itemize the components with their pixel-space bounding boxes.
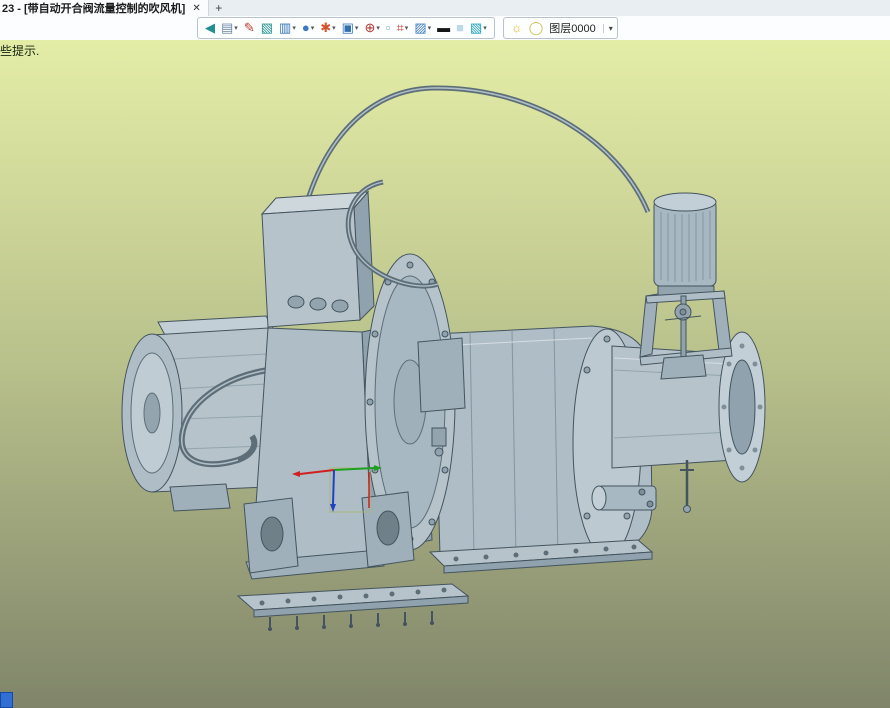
layer-circle-icon: ◯ <box>528 20 544 35</box>
dropdown-arrow-icon[interactable]: ▾ <box>311 24 315 32</box>
layers-panel-icon: ▧ <box>469 20 483 35</box>
dimension-icon: ⌗ <box>396 20 404 35</box>
light-toggle-button[interactable]: ☼ <box>508 19 526 37</box>
snap-target-icon-button[interactable]: ⊕ ▾ <box>361 19 382 37</box>
snap-target-icon: ⊕ <box>364 20 376 35</box>
model-valve-fitting[interactable] <box>592 486 656 510</box>
cad-application-window: 23 - [带自动开合阀流量控制的吹风机] ✕ + ◀ ▤ ▾ ✎ ▧ ▥ ▾ ● ▾ ✱ ▾ ▣ ▾ ⊕… <box>0 0 890 708</box>
dropdown-arrow-icon[interactable]: ▾ <box>428 24 432 32</box>
new-tab-button[interactable]: + <box>209 1 229 15</box>
line-width-icon: ▬ <box>437 20 451 35</box>
dimension-icon-button[interactable]: ⌗ ▾ <box>393 19 411 37</box>
import-model-icon: ◀ <box>205 20 215 35</box>
sphere-feature-icon-button[interactable]: ● ▾ <box>299 19 317 37</box>
background-color-icon-button[interactable]: ■ <box>453 19 467 37</box>
taskbar-document-icon[interactable] <box>0 692 13 708</box>
dropdown-arrow-icon[interactable]: ▾ <box>376 24 380 32</box>
sketch-pen-icon: ✎ <box>243 20 255 35</box>
layer-dropdown-button[interactable]: ▾ <box>602 23 613 33</box>
layers-panel-icon-button[interactable]: ▧ ▾ <box>467 19 490 37</box>
solid-box-icon: ▧ <box>260 20 274 35</box>
light-bulb-icon: ☼ <box>510 20 523 35</box>
extrude-feature-icon-button[interactable]: ▥ ▾ <box>276 19 299 37</box>
background-color-icon: ■ <box>456 20 464 35</box>
render-view-icon: ▨ <box>414 20 427 35</box>
revolve-wheel-icon-button[interactable]: ✱ ▾ <box>317 19 338 37</box>
dropdown-arrow-icon[interactable]: ▾ <box>234 24 238 32</box>
viewport-canvas[interactable]: 些提示. <box>0 40 890 708</box>
dropdown-arrow-icon[interactable]: ▾ <box>332 24 336 32</box>
dropdown-arrow-icon[interactable]: ▾ <box>405 24 409 32</box>
model-drain-rod[interactable] <box>680 460 694 513</box>
tab-title: 23 - [带自动开合阀流量控制的吹风机] <box>2 3 186 15</box>
model-junction-box[interactable] <box>262 192 374 327</box>
model-base-plate-left[interactable] <box>238 584 468 631</box>
layer-color-swatch[interactable]: ◯ <box>526 19 547 37</box>
document-tab[interactable]: 23 - [带自动开合阀流量控制的吹风机] ✕ <box>0 0 209 16</box>
sketch-pen-icon-button[interactable]: ✎ <box>241 19 258 37</box>
blank-view-icon: ▫ <box>385 20 391 35</box>
import-model-icon-button[interactable]: ◀ <box>202 19 218 37</box>
toolbar-row: ◀ ▤ ▾ ✎ ▧ ▥ ▾ ● ▾ ✱ ▾ ▣ ▾ ⊕ ▾ ▫ ⌗ ▾ ▨ ▾ ▬ ■ ▧ ▾ ☼ ◯ 图层0000 ▾ <box>0 16 890 40</box>
solid-box-icon-button[interactable]: ▧ <box>258 19 276 37</box>
render-view-icon-button[interactable]: ▨ ▾ <box>411 19 434 37</box>
model-viewport[interactable] <box>0 40 890 708</box>
line-width-icon-button[interactable]: ▬ <box>434 19 453 37</box>
model-motor[interactable] <box>122 316 274 511</box>
toolbar-main-group: ◀ ▤ ▾ ✎ ▧ ▥ ▾ ● ▾ ✱ ▾ ▣ ▾ ⊕ ▾ ▫ ⌗ ▾ ▨ ▾ ▬ ■ ▧ ▾ <box>197 17 495 39</box>
revolve-wheel-icon: ✱ <box>320 20 332 35</box>
sketch-plane-icon-button[interactable]: ▣ ▾ <box>339 19 362 37</box>
dropdown-arrow-icon[interactable]: ▾ <box>483 24 487 32</box>
dropdown-arrow-icon[interactable]: ▾ <box>292 24 296 32</box>
sphere-feature-icon: ● <box>301 20 310 35</box>
tab-bar: 23 - [带自动开合阀流量控制的吹风机] ✕ + <box>0 0 890 17</box>
print-icon-button[interactable]: ▤ ▾ <box>218 19 241 37</box>
current-layer-label: 图层0000 <box>549 23 596 35</box>
tab-close-icon[interactable]: ✕ <box>192 3 200 14</box>
layer-toolbar-group: ☼ ◯ 图层0000 ▾ <box>502 17 618 39</box>
extrude-feature-icon: ▥ <box>279 20 292 35</box>
blank-view-icon-button[interactable]: ▫ <box>383 19 394 37</box>
dropdown-arrow-icon[interactable]: ▾ <box>355 24 359 32</box>
hint-text: 些提示. <box>0 44 40 58</box>
sketch-plane-icon: ▣ <box>341 20 354 35</box>
print-icon: ▤ <box>221 20 234 35</box>
